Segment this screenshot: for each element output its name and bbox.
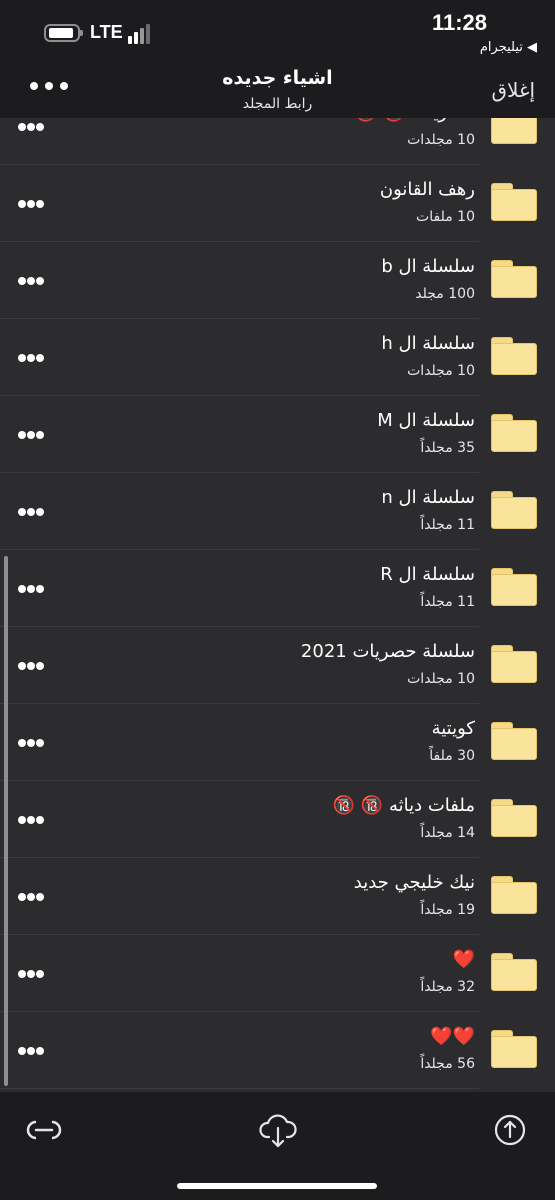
- folder-icon: [491, 491, 537, 529]
- more-icon[interactable]: [18, 277, 44, 285]
- folder-row[interactable]: نيك خليجي جديد 19 مجلداً: [0, 858, 555, 935]
- folder-item-count: 19 مجلداً: [420, 902, 475, 918]
- folder-name: حصريات 🔞 🔞: [355, 118, 475, 123]
- folder-item-count: 10 ملفات: [416, 209, 475, 225]
- more-icon[interactable]: [18, 123, 44, 131]
- folder-row[interactable]: رهف القانون 10 ملفات: [0, 165, 555, 242]
- folder-item-count: 10 مجلدات: [407, 132, 475, 148]
- cloud-download-icon[interactable]: [258, 1110, 298, 1150]
- more-icon[interactable]: [18, 508, 44, 516]
- folder-icon: [491, 118, 537, 144]
- folder-name: كويتية: [431, 718, 475, 739]
- share-icon[interactable]: [490, 1110, 530, 1150]
- folder-name: رهف القانون: [379, 179, 475, 200]
- folder-item-count: 10 مجلدات: [407, 671, 475, 687]
- folder-item-count: 100 مجلد: [415, 286, 475, 302]
- more-icon[interactable]: [18, 585, 44, 593]
- page-title: اشياء جديده: [222, 67, 333, 89]
- link-icon[interactable]: [24, 1110, 64, 1150]
- folder-icon: [491, 414, 537, 452]
- more-icon[interactable]: [18, 1047, 44, 1055]
- folder-icon: [491, 722, 537, 760]
- folder-icon: [491, 953, 537, 991]
- back-to-app-link[interactable]: ◀ تيليجرام: [480, 40, 537, 55]
- folder-name: سلسلة ال R: [380, 564, 475, 585]
- divider: [0, 1088, 479, 1089]
- folder-name: ❤️: [452, 949, 475, 970]
- folder-row[interactable]: سلسلة ال n 11 مجلداً: [0, 473, 555, 550]
- battery-icon: [44, 24, 83, 42]
- more-icon[interactable]: [18, 816, 44, 824]
- folder-name: سلسلة حصريات 2021: [300, 641, 475, 662]
- clock: 11:28: [431, 10, 487, 35]
- folder-icon: [491, 260, 537, 298]
- folder-name: سلسلة ال b: [381, 256, 475, 277]
- folder-item-count: 30 ملفاً: [429, 748, 475, 764]
- folder-row[interactable]: سلسلة ال h 10 مجلدات: [0, 319, 555, 396]
- folder-icon: [491, 799, 537, 837]
- folder-item-count: 14 مجلداً: [420, 825, 475, 841]
- home-indicator: [177, 1183, 377, 1189]
- folder-row[interactable]: سلسلة ال M 35 مجلداً: [0, 396, 555, 473]
- folder-name: سلسلة ال n: [381, 487, 475, 508]
- more-icon[interactable]: [18, 970, 44, 978]
- folder-icon: [491, 568, 537, 606]
- folder-icon: [491, 876, 537, 914]
- page-subtitle: رابط المجلد: [242, 96, 313, 112]
- more-icon[interactable]: [18, 739, 44, 747]
- folder-row[interactable]: سلسلة حصريات 2021 10 مجلدات: [0, 627, 555, 704]
- folder-row[interactable]: ملفات دياثه 🔞 🔞 14 مجلداً: [0, 781, 555, 858]
- folder-icon: [491, 183, 537, 221]
- folder-name: نيك خليجي جديد: [353, 872, 475, 893]
- more-icon[interactable]: [18, 354, 44, 362]
- folder-row[interactable]: سلسلة ال b 100 مجلد: [0, 242, 555, 319]
- folder-item-count: 11 مجلداً: [420, 517, 475, 533]
- folder-icon: [491, 337, 537, 375]
- folder-item-count: 35 مجلداً: [420, 440, 475, 456]
- more-icon[interactable]: [18, 200, 44, 208]
- folder-row[interactable]: ❤️❤️ 56 مجلداً: [0, 1012, 555, 1089]
- folder-name: سلسلة ال M: [377, 410, 475, 431]
- navigation-bar: اشياء جديده رابط المجلد إغلاق: [0, 60, 555, 118]
- folder-item-count: 11 مجلداً: [420, 594, 475, 610]
- folder-name: سلسلة ال h: [381, 333, 475, 354]
- more-icon[interactable]: [18, 893, 44, 901]
- folder-row[interactable]: حصريات 🔞 🔞 10 مجلدات: [0, 118, 555, 165]
- folder-row[interactable]: كويتية 30 ملفاً: [0, 704, 555, 781]
- folder-name: ملفات دياثه 🔞 🔞: [332, 795, 475, 816]
- scrollbar[interactable]: [4, 556, 8, 1086]
- folder-name: ❤️❤️: [430, 1026, 475, 1047]
- network-label: LTE: [90, 22, 123, 42]
- status-bar: LTE 11:28 ◀ تيليجرام: [0, 0, 555, 60]
- folder-row[interactable]: سلسلة ال R 11 مجلداً: [0, 550, 555, 627]
- folder-icon: [491, 1030, 537, 1068]
- folder-list: حصريات 🔞 🔞 10 مجلدات رهف القانون 10 ملفات سل…: [0, 118, 555, 1092]
- close-button[interactable]: إغلاق: [492, 78, 535, 102]
- more-icon[interactable]: [18, 662, 44, 670]
- more-icon[interactable]: [18, 431, 44, 439]
- signal-icon: [128, 24, 158, 44]
- folder-item-count: 56 مجلداً: [420, 1056, 475, 1072]
- folder-icon: [491, 645, 537, 683]
- folder-row[interactable]: ❤️ 32 مجلداً: [0, 935, 555, 1012]
- folder-item-count: 32 مجلداً: [420, 979, 475, 995]
- folder-item-count: 10 مجلدات: [407, 363, 475, 379]
